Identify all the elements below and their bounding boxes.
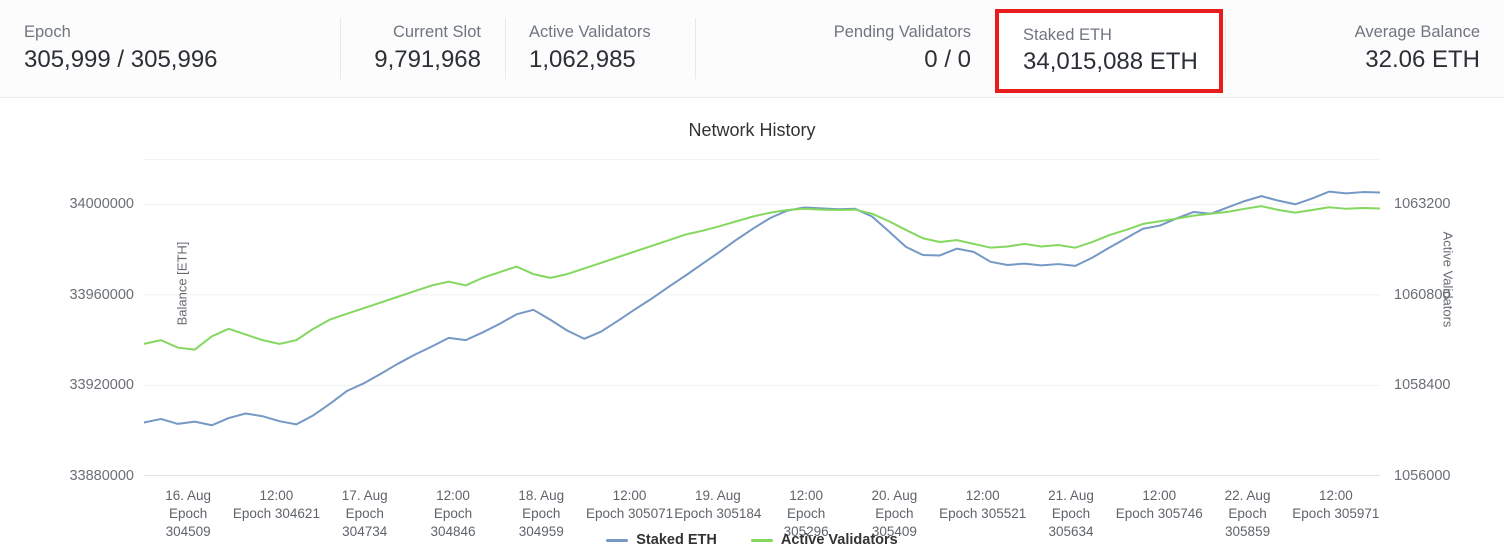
stat-active-validators-value: 1,062,985 bbox=[529, 45, 636, 73]
y2-axis-tick-label: 1060800 bbox=[1394, 286, 1451, 303]
stat-active-validators-label: Active Validators bbox=[529, 23, 651, 42]
stat-epoch-label: Epoch bbox=[24, 23, 71, 42]
legend-item-staked-eth[interactable]: Staked ETH bbox=[606, 532, 717, 548]
y-axis-tick-label: 34000000 bbox=[69, 196, 134, 213]
legend-swatch-staked-eth bbox=[606, 538, 629, 542]
stat-epoch: Epoch 305,999 / 305,996 bbox=[0, 0, 340, 97]
stat-epoch-value: 305,999 / 305,996 bbox=[24, 45, 218, 73]
network-history-page: Epoch 305,999 / 305,996 Current Slot 9,7… bbox=[0, 0, 1504, 560]
chart-svg bbox=[144, 159, 1380, 476]
network-stats-bar: Epoch 305,999 / 305,996 Current Slot 9,7… bbox=[0, 0, 1504, 98]
highlight-value: 34,015,088 ETH bbox=[1023, 48, 1198, 76]
stat-average-balance-value: 32.06 ETH bbox=[1365, 45, 1480, 73]
legend-label-active-validators: Active Validators bbox=[780, 532, 898, 548]
stat-average-balance: Average Balance 32.06 ETH bbox=[1225, 0, 1504, 97]
legend-label-staked-eth: Staked ETH bbox=[636, 532, 717, 548]
x-axis-tick-label: 19. Aug Epoch 305184 bbox=[674, 488, 762, 521]
chart-y-axis-label: Balance [ETH] bbox=[174, 241, 190, 326]
x-axis-tick-label: 12:00 Epoch 305521 bbox=[939, 488, 1027, 521]
y2-axis-tick-label: 1063200 bbox=[1394, 196, 1451, 213]
x-axis-tick-label: 12:00 Epoch 304621 bbox=[232, 488, 320, 521]
y2-axis-tick-label: 1056000 bbox=[1394, 468, 1451, 484]
network-history-chart: Network History Balance [ETH] Active Val… bbox=[0, 99, 1504, 560]
y2-axis-tick-label: 1058400 bbox=[1394, 377, 1451, 394]
stat-current-slot-value: 9,791,968 bbox=[374, 45, 481, 73]
legend-swatch-active-validators bbox=[750, 538, 773, 542]
stat-pending-validators-label: Pending Validators bbox=[833, 23, 971, 42]
stat-pending-validators-value: 0 / 0 bbox=[924, 45, 971, 73]
staked-eth-highlight-box: Staked ETH 34,015,088 ETH bbox=[995, 9, 1223, 93]
chart-plot-area: Balance [ETH] Active Validators 33880000… bbox=[69, 159, 1456, 539]
y-axis-tick-label: 33920000 bbox=[69, 377, 134, 394]
x-axis-tick-label: 12:00 Epoch 305971 bbox=[1292, 488, 1380, 521]
x-axis-tick-label: 12:00 Epoch 305746 bbox=[1115, 488, 1203, 521]
y-axis-tick-label: 33880000 bbox=[69, 468, 134, 484]
stat-active-validators: Active Validators 1,062,985 bbox=[505, 0, 695, 97]
stat-pending-validators: Pending Validators 0 / 0 bbox=[695, 0, 995, 97]
stat-current-slot: Current Slot 9,791,968 bbox=[340, 0, 505, 97]
y-axis-tick-label: 33960000 bbox=[69, 286, 134, 303]
legend-item-active-validators[interactable]: Active Validators bbox=[750, 532, 898, 548]
highlight-label: Staked ETH bbox=[1023, 25, 1112, 44]
stat-average-balance-label: Average Balance bbox=[1354, 23, 1480, 42]
chart-legend: Staked ETH Active Validators bbox=[0, 532, 1504, 548]
stat-current-slot-label: Current Slot bbox=[392, 23, 481, 42]
chart-title: Network History bbox=[688, 120, 816, 140]
